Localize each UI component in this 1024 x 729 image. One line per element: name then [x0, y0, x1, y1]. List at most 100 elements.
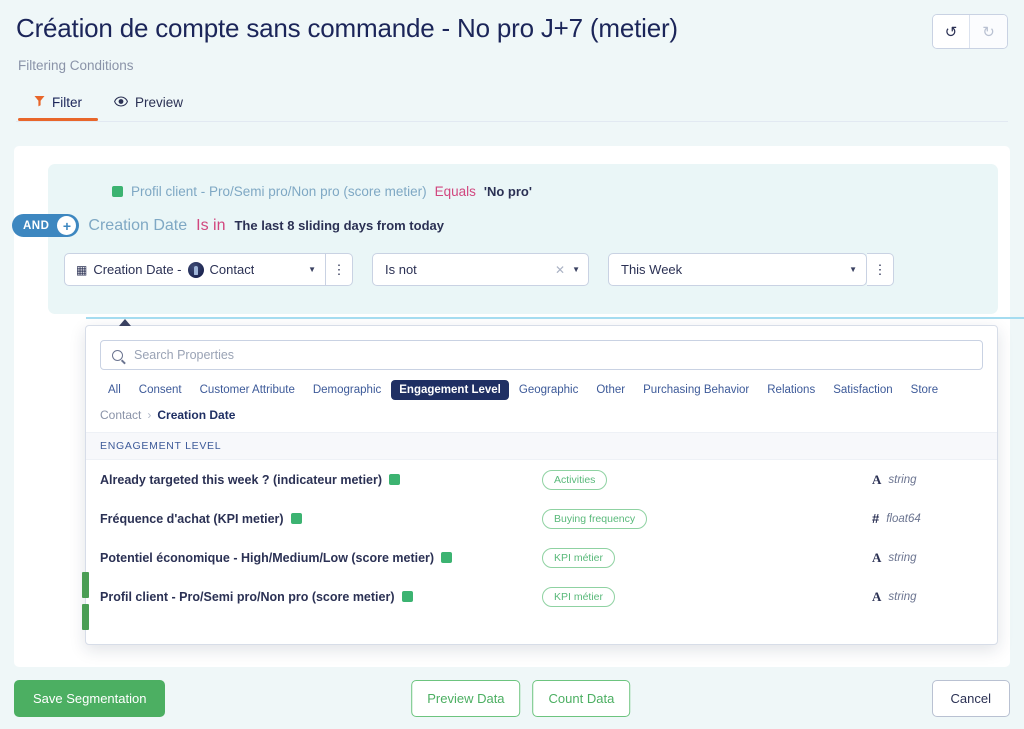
breadcrumb-root[interactable]: Contact: [100, 408, 141, 422]
type-icon-string: A: [872, 588, 882, 604]
panel-connector-line: [86, 317, 1024, 319]
panel-arrow-icon: [119, 319, 131, 326]
value-select-label: This Week: [621, 262, 683, 277]
property-type: float64: [886, 512, 921, 525]
clear-operator-icon[interactable]: ✕: [555, 263, 565, 277]
property-name: Profil client - Pro/Semi pro/Non pro (sc…: [100, 589, 395, 604]
redo-icon[interactable]: ↻: [970, 15, 1007, 48]
property-options-menu[interactable]: ⋮: [326, 253, 353, 286]
category-customer-attribute[interactable]: Customer Attribute: [192, 380, 303, 400]
category-engagement-level[interactable]: Engagement Level: [391, 380, 509, 400]
green-square-icon: [389, 474, 401, 485]
chevron-down-icon: ▼: [849, 265, 857, 274]
category-purchasing-behavior[interactable]: Purchasing Behavior: [635, 380, 757, 400]
search-input[interactable]: [132, 347, 971, 363]
property-select[interactable]: ▦ Creation Date - Contact ▼: [64, 253, 326, 286]
chevron-down-icon: ▼: [572, 265, 580, 274]
category-store[interactable]: Store: [903, 380, 947, 400]
property-tag: KPI métier: [542, 586, 616, 607]
and-connector-pill[interactable]: AND +: [12, 214, 80, 237]
breadcrumb-current: Creation Date: [157, 408, 236, 422]
green-square-icon: [290, 513, 302, 524]
condition-2-field: Creation Date: [88, 216, 188, 234]
condition-1-value: 'No pro': [483, 184, 532, 199]
category-geographic[interactable]: Geographic: [511, 380, 586, 400]
category-all[interactable]: All: [100, 380, 129, 400]
category-consent[interactable]: Consent: [131, 380, 190, 400]
funnel-icon: [34, 95, 45, 110]
eye-icon: [114, 95, 128, 110]
tab-preview[interactable]: Preview: [110, 95, 187, 121]
category-demographic[interactable]: Demographic: [305, 380, 389, 400]
green-square-icon: [401, 591, 413, 602]
cancel-button[interactable]: Cancel: [931, 679, 1010, 717]
list-item[interactable]: Already targeted this week ? (indicateur…: [86, 460, 997, 499]
type-icon-string: A: [872, 549, 882, 565]
property-name: Potentiel économique - High/Medium/Low (…: [100, 550, 435, 565]
history-button-group: ↺ ↻: [932, 14, 1008, 49]
calendar-icon: ▦: [76, 262, 88, 277]
contact-avatar-icon: [187, 261, 204, 278]
chevron-down-icon: ▼: [308, 265, 316, 274]
footer-bar: Save Segmentation Preview Data Count Dat…: [0, 667, 1024, 729]
title-row: Création de compte sans commande - No pr…: [16, 8, 1008, 49]
category-filter-row: All Consent Customer Attribute Demograph…: [86, 370, 997, 400]
footer-middle-buttons: Preview Data Count Data: [411, 679, 631, 717]
category-other[interactable]: Other: [588, 380, 633, 400]
property-tag: KPI métier: [542, 547, 616, 568]
condition-summary-2: AND + Creation Date Is in The last 8 sli…: [12, 214, 982, 237]
section-header: ENGAGEMENT LEVEL: [86, 432, 997, 460]
condition-1-operator: Equals: [434, 184, 476, 199]
tab-bar: Filter Preview: [18, 95, 1008, 121]
undo-icon[interactable]: ↺: [933, 15, 970, 48]
condition-2-value: The last 8 sliding days from today: [234, 218, 444, 233]
property-select-entity: Contact: [209, 262, 255, 277]
properties-dropdown-panel: All Consent Customer Attribute Demograph…: [82, 317, 1024, 645]
condition-editor-row: ▦ Creation Date - Contact ▼ ⋮ Is not ✕ ▼…: [64, 253, 982, 286]
list-item[interactable]: Profil client - Pro/Semi pro/Non pro (sc…: [86, 577, 997, 616]
green-square-icon: [441, 552, 453, 563]
save-segmentation-button[interactable]: Save Segmentation: [14, 679, 166, 717]
value-select[interactable]: This Week ▼: [608, 253, 867, 286]
preview-data-button[interactable]: Preview Data: [411, 679, 521, 717]
operator-select-label: Is not: [385, 262, 417, 277]
tab-underline: [16, 121, 1008, 122]
condition-2-operator: Is in: [196, 216, 226, 234]
page-title: Création de compte sans commande - No pr…: [16, 13, 678, 43]
tab-filter[interactable]: Filter: [18, 95, 98, 121]
property-tag: Buying frequency: [542, 508, 648, 529]
property-type: string: [888, 590, 917, 603]
condition-1-field: Profil client - Pro/Semi pro/Non pro (sc…: [131, 184, 427, 199]
breadcrumb: Contact › Creation Date: [86, 400, 997, 422]
type-icon-number: #: [872, 511, 880, 526]
search-icon: [112, 349, 123, 361]
condition-group: Profil client - Pro/Semi pro/Non pro (sc…: [12, 164, 998, 314]
count-data-button[interactable]: Count Data: [532, 679, 631, 717]
panel-green-markers: [82, 572, 89, 636]
search-box[interactable]: [100, 340, 983, 370]
search-section: [86, 326, 997, 370]
list-item[interactable]: Fréquence d'achat (KPI metier) Buying fr…: [86, 499, 997, 538]
add-condition-icon[interactable]: +: [57, 216, 77, 235]
tab-filter-label: Filter: [52, 95, 82, 110]
type-icon-string: A: [872, 471, 882, 487]
property-type: string: [888, 473, 917, 486]
property-type: string: [888, 551, 917, 564]
condition-summary-1[interactable]: Profil client - Pro/Semi pro/Non pro (sc…: [112, 178, 982, 201]
property-select-label: Creation Date -: [93, 262, 182, 277]
page-subtitle: Filtering Conditions: [18, 58, 134, 73]
and-label: AND: [23, 219, 50, 232]
green-square-icon: [112, 186, 123, 197]
property-name: Already targeted this week ? (indicateur…: [100, 472, 383, 487]
property-list: Already targeted this week ? (indicateur…: [86, 460, 997, 616]
list-item[interactable]: Potentiel économique - High/Medium/Low (…: [86, 538, 997, 577]
page-header: Création de compte sans commande - No pr…: [0, 0, 1024, 122]
category-relations[interactable]: Relations: [759, 380, 823, 400]
value-options-menu[interactable]: ⋮: [867, 253, 894, 286]
operator-select[interactable]: Is not ✕ ▼: [372, 253, 589, 286]
property-tag: Activities: [542, 469, 608, 490]
property-name: Fréquence d'achat (KPI metier): [100, 511, 284, 526]
category-satisfaction[interactable]: Satisfaction: [825, 380, 900, 400]
breadcrumb-separator-icon: ›: [147, 408, 152, 422]
tab-preview-label: Preview: [135, 95, 184, 110]
